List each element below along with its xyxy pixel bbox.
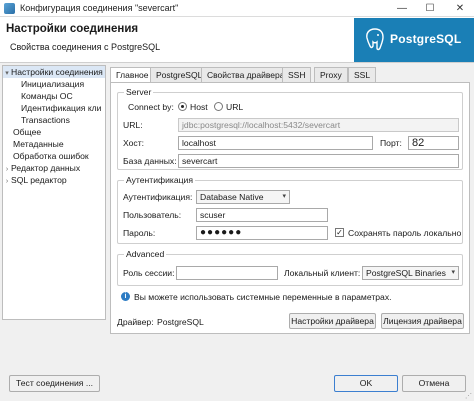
tree-item-connection-settings[interactable]: ▾ Настройки соединения [3, 66, 105, 78]
radio-host[interactable] [178, 102, 187, 111]
url-label: URL: [123, 120, 143, 130]
radio-url-label: URL [226, 102, 244, 112]
url-input[interactable]: jdbc:postgresql://localhost:5432/severca… [178, 118, 459, 132]
database-label: База данных: [123, 156, 177, 166]
info-text: Вы можете использовать системные перемен… [134, 292, 392, 302]
minimize-button[interactable]: — [388, 0, 416, 17]
save-password-label: Сохранять пароль локально [348, 228, 462, 238]
chevron-right-icon: › [5, 166, 9, 173]
tree-item-error-handling[interactable]: Обработка ошибок [3, 150, 105, 162]
tree-item-initialization[interactable]: Инициализация [3, 78, 105, 90]
auth-group: Аутентификация Аутентификация: Database … [117, 175, 463, 244]
close-button[interactable]: ✕ [446, 0, 474, 17]
tab-postgresql[interactable]: PostgreSQL [150, 67, 209, 82]
session-role-input[interactable] [176, 266, 278, 280]
page-title: Настройки соединения [6, 23, 139, 35]
chevron-down-icon: ▾ [282, 193, 286, 200]
ok-button[interactable]: OK [334, 375, 398, 392]
user-label: Пользователь: [123, 210, 182, 220]
port-label: Порт: [380, 138, 402, 148]
host-label: Хост: [123, 138, 145, 148]
page-subtitle: Свойства соединения с PostgreSQL [10, 42, 161, 52]
driver-label: Драйвер: [117, 317, 154, 327]
tab-driver-properties[interactable]: Свойства драйвера [201, 67, 291, 82]
elephant-icon [366, 28, 384, 51]
password-input[interactable]: ●●●●●● [196, 226, 328, 240]
app-icon [4, 3, 15, 14]
radio-host-label: Host [190, 102, 208, 112]
main-tab-panel: Server Connect by: Host URL URL: jdbc:po… [110, 82, 470, 334]
group-title: Аутентификация [124, 175, 196, 185]
auth-method-label: Аутентификация: [123, 192, 193, 202]
logo-text: PostgreSQL [390, 32, 462, 46]
tab-ssl[interactable]: SSL [348, 67, 377, 82]
info-icon: i [121, 292, 130, 301]
chevron-down-icon: ▾ [5, 70, 9, 77]
dialog-header: Настройки соединения Свойства соединения… [0, 17, 474, 63]
radio-url[interactable] [214, 102, 223, 111]
session-role-label: Роль сессии: [123, 268, 175, 278]
password-label: Пароль: [123, 228, 156, 238]
tree-item-general[interactable]: Общее [3, 126, 105, 138]
chevron-right-icon: › [5, 178, 9, 185]
driver-value: PostgreSQL [157, 317, 204, 327]
server-group: Server Connect by: Host URL URL: jdbc:po… [117, 87, 463, 170]
local-client-select[interactable]: PostgreSQL Binaries ▾ [362, 266, 459, 280]
host-input[interactable]: localhost [178, 136, 373, 150]
tab-ssh[interactable]: SSH [282, 67, 312, 82]
group-title: Server [124, 87, 154, 97]
tab-proxy[interactable]: Proxy [314, 67, 348, 82]
database-input[interactable]: severcart [178, 154, 459, 168]
driver-settings-button[interactable]: Настройки драйвера [289, 313, 376, 329]
postgresql-logo: PostgreSQL [354, 18, 474, 62]
advanced-group: Advanced Роль сессии: Локальный клиент: … [117, 249, 463, 286]
local-client-label: Локальный клиент: [284, 268, 361, 278]
cancel-button[interactable]: Отмена [402, 375, 466, 392]
auth-method-select[interactable]: Database Native ▾ [196, 190, 290, 204]
tab-main[interactable]: Главное [110, 67, 155, 83]
tree-item-os-commands[interactable]: Команды ОС [3, 90, 105, 102]
tree-item-metadata[interactable]: Метаданные [3, 138, 105, 150]
group-title: Advanced [124, 249, 167, 259]
connect-by-label: Connect by: [128, 102, 174, 112]
driver-license-button[interactable]: Лицензия драйвера [381, 313, 464, 329]
port-input[interactable]: 82 [408, 136, 459, 150]
tree-item-transactions[interactable]: Transactions [3, 114, 105, 126]
test-connection-button[interactable]: Тест соединения ... [9, 375, 100, 392]
chevron-down-icon: ▾ [451, 269, 455, 276]
window-titlebar: Конфигурация соединения "severcart" — ☐ … [0, 0, 474, 17]
resize-grip-icon[interactable]: ⋰ [465, 392, 473, 400]
tree-item-client-identification[interactable]: Идентификация кли [3, 102, 105, 114]
window-title: Конфигурация соединения "severcart" [20, 3, 179, 13]
settings-tree: ▾ Настройки соединения Инициализация Кома… [2, 65, 106, 320]
user-input[interactable]: scuser [196, 208, 328, 222]
tree-item-sql-editor[interactable]: › SQL редактор [3, 174, 105, 186]
maximize-button[interactable]: ☐ [416, 0, 444, 17]
tree-item-data-editor[interactable]: › Редактор данных [3, 162, 105, 174]
save-password-checkbox[interactable]: ✓ [335, 228, 344, 237]
